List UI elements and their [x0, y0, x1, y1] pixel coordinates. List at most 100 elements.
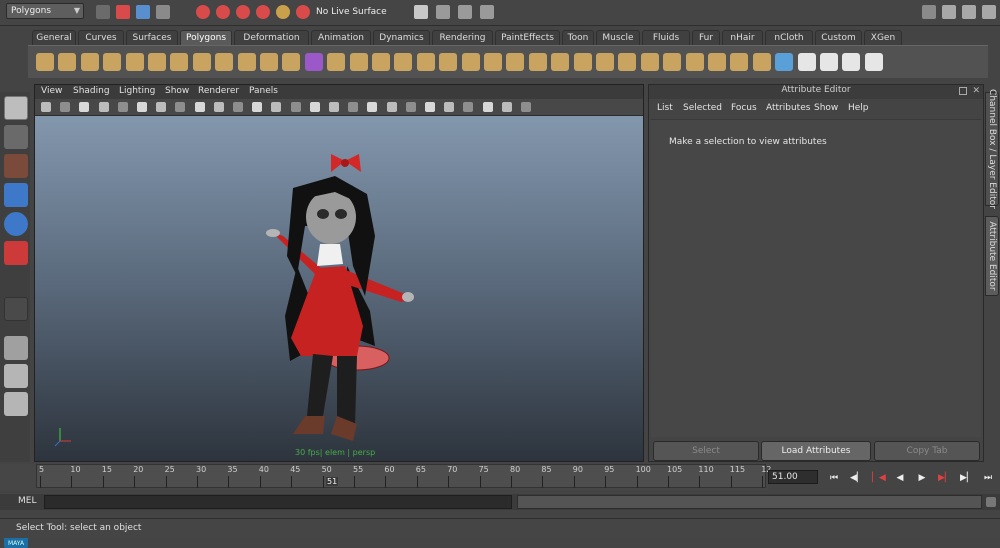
viewport-menu-panels[interactable]: Panels: [249, 86, 278, 96]
textured-icon[interactable]: [309, 102, 320, 112]
uv-texture-editor-icon[interactable]: [864, 53, 883, 71]
append-polygon-icon[interactable]: [439, 53, 458, 71]
two-sided-lighting-icon[interactable]: [521, 102, 531, 112]
viewport-menu-lighting[interactable]: Lighting: [119, 86, 155, 96]
tab-surfaces[interactable]: Surfaces: [126, 30, 178, 45]
tab-fur[interactable]: Fur: [692, 30, 720, 45]
use-all-lights-icon[interactable]: [329, 102, 339, 112]
play-forwards-icon[interactable]: ▶: [916, 473, 928, 483]
xray-joints-icon[interactable]: [482, 102, 493, 112]
tab-animation[interactable]: Animation: [311, 30, 371, 45]
merge-icon[interactable]: [573, 53, 592, 71]
safe-action-icon[interactable]: [213, 102, 224, 112]
cylindrical-mapping-icon[interactable]: [775, 53, 794, 71]
go-to-end-icon[interactable]: ⏭: [982, 473, 994, 483]
snap-grid-icon[interactable]: [196, 5, 210, 19]
play-backwards-icon[interactable]: ◀: [894, 473, 906, 483]
viewport-menu-view[interactable]: View: [41, 86, 62, 96]
mel-input[interactable]: [44, 495, 512, 509]
poly-cone-icon[interactable]: [103, 53, 122, 71]
time-slider[interactable]: 5 10 15 20 25 30 35 40 45 50 55 60 65 70 75 80 85 90 95 100…: [0, 464, 771, 490]
grid-icon[interactable]: [117, 102, 128, 112]
render-view-icon[interactable]: [414, 5, 428, 19]
viewport-menu-show[interactable]: Show: [165, 86, 189, 96]
select-hierarchy-icon[interactable]: [116, 5, 130, 19]
uv-editor-icon[interactable]: [842, 53, 861, 71]
ae-menu-list[interactable]: List: [657, 103, 673, 113]
ae-menu-focus[interactable]: Focus: [731, 103, 757, 113]
gate-mask-icon[interactable]: [175, 102, 186, 112]
spin-edge-icon[interactable]: [685, 53, 704, 71]
xray-components-icon[interactable]: [501, 102, 512, 112]
show-modeling-toolkit-icon[interactable]: [922, 5, 936, 19]
bevel-icon[interactable]: [528, 53, 547, 71]
extrude-icon[interactable]: [484, 53, 502, 71]
snap-point-icon[interactable]: [236, 5, 250, 19]
ae-menu-attributes[interactable]: Attributes: [766, 103, 810, 113]
ae-menu-selected[interactable]: Selected: [683, 103, 722, 113]
ambient-occlusion-icon[interactable]: [367, 102, 378, 112]
ipr-render-icon[interactable]: [458, 5, 472, 19]
tab-channel-box[interactable]: Channel Box / Layer Editor: [985, 89, 999, 209]
tab-rendering[interactable]: Rendering: [432, 30, 493, 45]
poly-prism-icon[interactable]: [170, 53, 189, 71]
ae-menu-show[interactable]: Show: [814, 103, 838, 113]
reduce-icon[interactable]: [372, 53, 390, 71]
poke-icon[interactable]: [708, 53, 726, 71]
copy-tab-button[interactable]: Copy Tab: [874, 441, 980, 461]
tab-deformation[interactable]: Deformation: [234, 30, 309, 45]
float-panel-icon[interactable]: [959, 87, 967, 95]
show-channel-box-icon[interactable]: [982, 5, 996, 19]
show-tool-settings-icon[interactable]: [962, 5, 976, 19]
lasso-tool-icon[interactable]: [4, 125, 28, 149]
tab-xgen[interactable]: XGen: [864, 30, 902, 45]
xray-icon[interactable]: [463, 102, 474, 112]
isolate-select-icon[interactable]: [444, 102, 455, 112]
select-camera-icon[interactable]: [41, 102, 51, 112]
snap-view-plane-icon[interactable]: [256, 5, 270, 19]
insert-edge-loop-icon[interactable]: [551, 53, 570, 71]
outliner-layout-icon[interactable]: [4, 392, 28, 416]
tab-curves[interactable]: Curves: [78, 30, 124, 45]
tab-polygons[interactable]: Polygons: [180, 30, 232, 45]
film-gate-icon[interactable]: [137, 102, 147, 112]
image-plane-icon[interactable]: [98, 102, 109, 112]
poly-sphere-icon[interactable]: [36, 53, 54, 71]
poly-pipe-icon[interactable]: [192, 53, 211, 71]
mirror-icon[interactable]: [327, 53, 346, 71]
bridge-icon[interactable]: [506, 53, 525, 71]
tab-custom[interactable]: Custom: [815, 30, 862, 45]
snap-curve-icon[interactable]: [216, 5, 230, 19]
add-divisions-icon[interactable]: [618, 53, 637, 71]
poly-cube-icon[interactable]: [58, 53, 77, 71]
wireframe-icon[interactable]: [252, 102, 263, 112]
smooth-shade-icon[interactable]: [271, 102, 282, 112]
extract-icon[interactable]: [349, 53, 368, 71]
step-back-key-icon[interactable]: ▏◀: [872, 473, 886, 483]
wedge-icon[interactable]: [730, 53, 749, 71]
ae-menu-help[interactable]: Help: [848, 103, 869, 113]
safe-title-icon[interactable]: [233, 102, 243, 112]
bookmarks-icon[interactable]: [79, 102, 90, 112]
select-tool-icon[interactable]: [4, 96, 28, 120]
tab-dynamics[interactable]: Dynamics: [373, 30, 430, 45]
automatic-mapping-icon[interactable]: [820, 53, 838, 71]
camera-attributes-icon[interactable]: [60, 102, 71, 112]
render-frame-icon[interactable]: [436, 5, 450, 19]
smooth-icon[interactable]: [282, 53, 301, 71]
split-polygon-icon[interactable]: [461, 53, 480, 71]
render-settings-icon[interactable]: [480, 5, 494, 19]
tab-nhair[interactable]: nHair: [722, 30, 763, 45]
step-forward-key-icon[interactable]: ▶▏: [938, 473, 952, 483]
fill-hole-icon[interactable]: [416, 53, 435, 71]
depth-of-field-icon[interactable]: [425, 102, 435, 112]
cleanup-icon[interactable]: [394, 53, 413, 71]
step-forward-frame-icon[interactable]: ▶▏: [960, 473, 974, 483]
step-back-frame-icon[interactable]: ◀▏: [850, 473, 864, 483]
last-tool-icon[interactable]: [4, 297, 28, 321]
close-icon[interactable]: ✕: [972, 86, 980, 96]
offset-edge-loop-icon[interactable]: [596, 53, 614, 71]
load-attributes-button[interactable]: Load Attributes: [761, 441, 871, 461]
tab-fluids[interactable]: Fluids: [642, 30, 690, 45]
resolution-gate-icon[interactable]: [156, 102, 167, 112]
